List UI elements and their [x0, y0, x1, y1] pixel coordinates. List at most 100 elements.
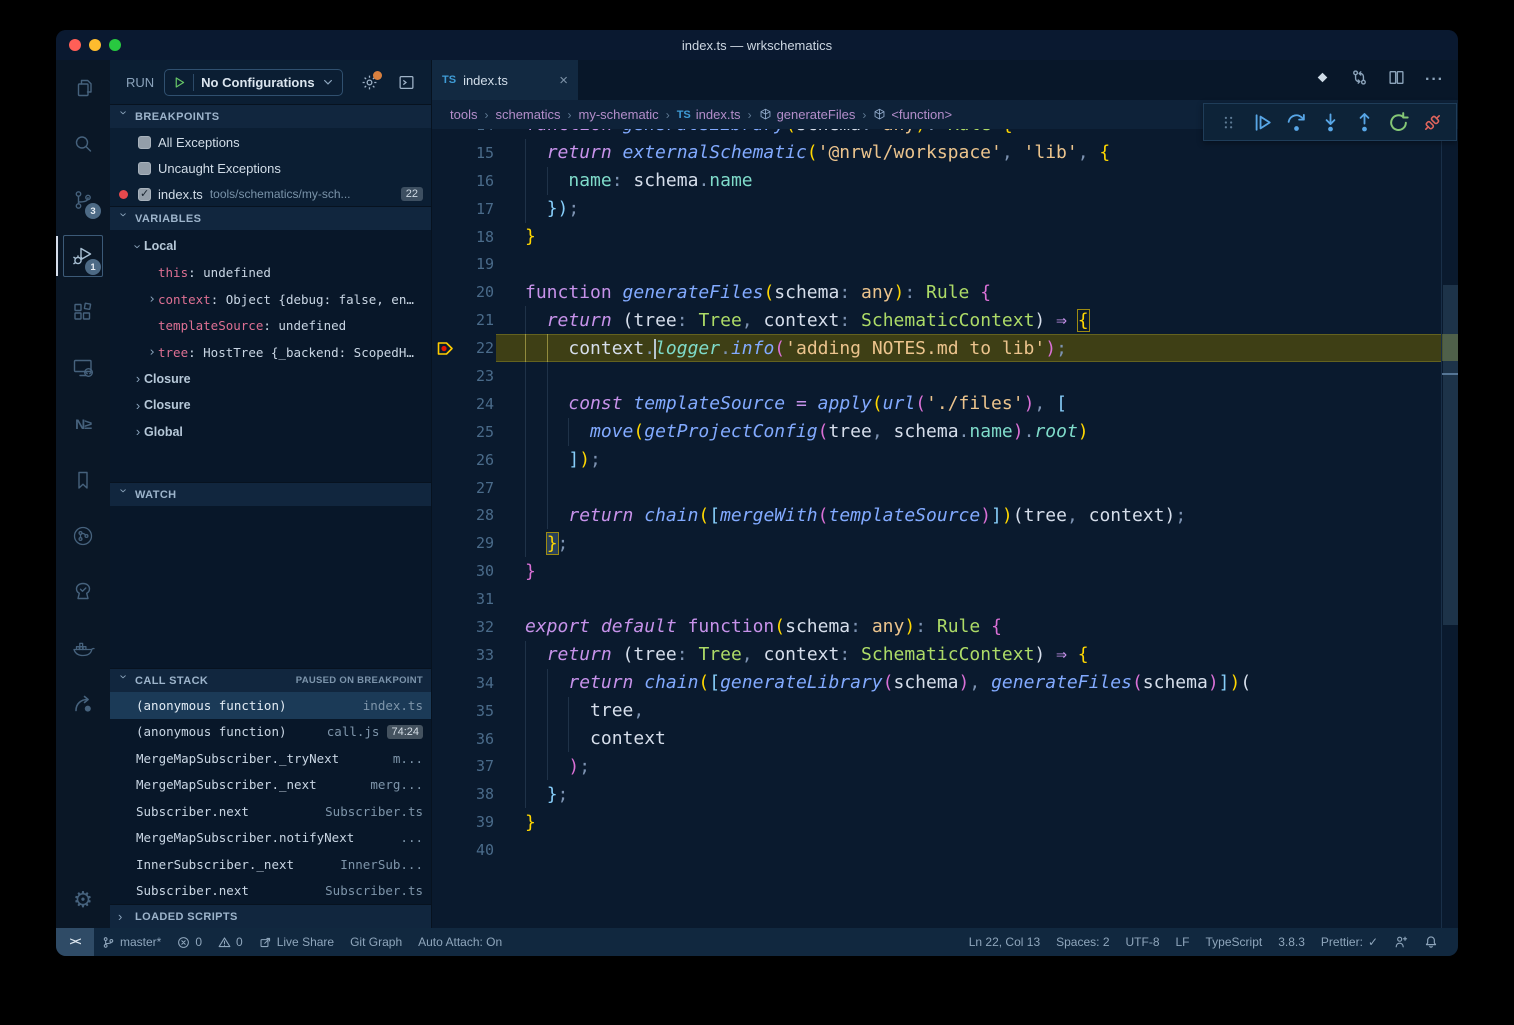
code-line-40[interactable]: 40	[432, 836, 1441, 864]
code-line-18[interactable]: 18}	[432, 223, 1441, 251]
line-number[interactable]: 37	[458, 757, 494, 775]
line-number[interactable]: 21	[458, 311, 494, 329]
status-errors[interactable]: 0	[169, 928, 210, 956]
status-language[interactable]: TypeScript	[1198, 928, 1271, 956]
code-line-15[interactable]: 15 return externalSchematic('@nrwl/works…	[432, 139, 1441, 167]
status-encoding[interactable]: UTF-8	[1118, 928, 1168, 956]
drag-handle-icon[interactable]	[1216, 110, 1240, 134]
code-line-16[interactable]: 16 name: schema.name	[432, 167, 1441, 195]
breakpoint-checkbox[interactable]	[138, 162, 151, 175]
settings-icon[interactable]: ⚙	[56, 872, 110, 928]
debug-current-breakpoint-icon[interactable]	[432, 341, 458, 356]
line-number[interactable]: 34	[458, 674, 494, 692]
code-line-21[interactable]: 21 return (tree: Tree, context: Schemati…	[432, 306, 1441, 334]
line-number[interactable]: 26	[458, 451, 494, 469]
line-number[interactable]: 17	[458, 200, 494, 218]
line-number[interactable]: 25	[458, 423, 494, 441]
status-branch[interactable]: master*	[94, 928, 169, 956]
more-actions-icon[interactable]: ···	[1425, 71, 1444, 89]
line-number[interactable]: 20	[458, 283, 494, 301]
bookmarks-activity-icon[interactable]	[56, 452, 110, 508]
code-line-37[interactable]: 37 );	[432, 752, 1441, 780]
code-line-22[interactable]: 22 context.logger.info('adding NOTES.md …	[432, 334, 1441, 362]
status-auto-attach[interactable]: Auto Attach: On	[410, 928, 510, 956]
line-number[interactable]: 15	[458, 144, 494, 162]
debug-settings-gear-icon[interactable]	[361, 74, 378, 91]
code-line-31[interactable]: 31	[432, 585, 1441, 613]
step-out-icon[interactable]	[1352, 110, 1376, 134]
code-line-27[interactable]: 27	[432, 474, 1441, 502]
line-number[interactable]: 35	[458, 702, 494, 720]
status-notifications[interactable]	[1416, 928, 1446, 956]
git-compare-icon[interactable]	[1351, 69, 1368, 91]
variable-row[interactable]: this: undefined	[110, 260, 431, 287]
variable-row[interactable]: ›tree: HostTree {_backend: ScopedH…	[110, 339, 431, 366]
variable-scope-row[interactable]: ›Local	[110, 233, 431, 260]
watch-section-header[interactable]: › WATCH	[110, 482, 431, 506]
extensions-activity-icon[interactable]	[56, 284, 110, 340]
code-line-26[interactable]: 26 ]);	[432, 446, 1441, 474]
line-number[interactable]: 36	[458, 730, 494, 748]
line-number[interactable]: 39	[458, 813, 494, 831]
breadcrumb-item[interactable]: <function>	[873, 107, 952, 122]
breadcrumb-item[interactable]: my-schematic	[579, 107, 659, 122]
call-stack-frame[interactable]: InnerSubscriber._nextInnerSub...	[110, 851, 431, 878]
line-number[interactable]: 16	[458, 172, 494, 190]
variable-row[interactable]: templateSource: undefined	[110, 313, 431, 340]
nx-console-activity-icon[interactable]: N≥	[56, 396, 110, 452]
line-number[interactable]: 19	[458, 255, 494, 273]
launch-configuration-dropdown[interactable]: No Configurations	[164, 69, 342, 96]
disconnect-icon[interactable]	[1420, 110, 1444, 134]
status-prettier[interactable]: Prettier:✓	[1313, 928, 1386, 956]
line-number[interactable]: 24	[458, 395, 494, 413]
code-line-35[interactable]: 35 tree,	[432, 697, 1441, 725]
call-stack-frame[interactable]: (anonymous function)index.ts	[110, 692, 431, 719]
breadcrumb-item[interactable]: TSindex.ts	[677, 107, 741, 122]
remote-explorer-activity-icon[interactable]	[56, 340, 110, 396]
debug-console-icon[interactable]	[398, 74, 415, 91]
code-line-23[interactable]: 23	[432, 362, 1441, 390]
call-stack-frame[interactable]: Subscriber.nextSubscriber.ts	[110, 798, 431, 825]
breakpoint-item[interactable]: Uncaught Exceptions	[110, 155, 431, 181]
title-bar[interactable]: index.ts — wrkschematics	[56, 30, 1458, 60]
restart-icon[interactable]	[1386, 110, 1410, 134]
start-debug-icon[interactable]	[173, 76, 186, 89]
code-line-25[interactable]: 25 move(getProjectConfig(tree, schema.na…	[432, 418, 1441, 446]
line-number[interactable]: 31	[458, 590, 494, 608]
call-stack-frame[interactable]: MergeMapSubscriber._nextmerg...	[110, 772, 431, 799]
line-number[interactable]: 18	[458, 228, 494, 246]
variable-row[interactable]: ›context: Object {debug: false, en…	[110, 286, 431, 313]
variable-scope-row[interactable]: ›Closure	[110, 366, 431, 393]
call-stack-frame[interactable]: MergeMapSubscriber._tryNextm...	[110, 745, 431, 772]
continue-icon[interactable]	[1250, 110, 1274, 134]
maximize-window-button[interactable]	[109, 39, 121, 51]
line-number[interactable]: 22	[458, 339, 494, 357]
code-line-20[interactable]: 20function generateFiles(schema: any): R…	[432, 278, 1441, 306]
code-line-32[interactable]: 32export default function(schema: any): …	[432, 613, 1441, 641]
status-indentation[interactable]: Spaces: 2	[1048, 928, 1117, 956]
status-feedback[interactable]	[1386, 928, 1416, 956]
editor-scrollbar[interactable]	[1441, 129, 1458, 928]
line-number[interactable]: 29	[458, 534, 494, 552]
gitlens-icon[interactable]	[1314, 69, 1331, 91]
source-control-activity-icon[interactable]: 3	[56, 172, 110, 228]
loaded-scripts-section-header[interactable]: › LOADED SCRIPTS	[110, 904, 431, 928]
code-line-36[interactable]: 36 context	[432, 725, 1441, 753]
live-share-activity-icon[interactable]	[56, 676, 110, 732]
code-line-29[interactable]: 29 };	[432, 529, 1441, 557]
scrollbar-slider[interactable]	[1443, 285, 1458, 625]
search-activity-icon[interactable]	[56, 116, 110, 172]
line-number[interactable]: 40	[458, 841, 494, 859]
call-stack-section-header[interactable]: › CALL STACK PAUSED ON BREAKPOINT	[110, 668, 431, 692]
variables-section-header[interactable]: › VARIABLES	[110, 206, 431, 230]
line-number[interactable]: 23	[458, 367, 494, 385]
breakpoint-item[interactable]: index.tstools/schematics/my-sch...22	[110, 181, 431, 207]
code-line-38[interactable]: 38 };	[432, 780, 1441, 808]
code-line-33[interactable]: 33 return (tree: Tree, context: Schemati…	[432, 641, 1441, 669]
call-stack-frame[interactable]: MergeMapSubscriber.notifyNext...	[110, 825, 431, 852]
status-remote[interactable]: ><	[56, 928, 94, 956]
minimize-window-button[interactable]	[89, 39, 101, 51]
step-over-icon[interactable]	[1284, 110, 1308, 134]
variable-scope-row[interactable]: ›Closure	[110, 392, 431, 419]
line-number[interactable]: 32	[458, 618, 494, 636]
